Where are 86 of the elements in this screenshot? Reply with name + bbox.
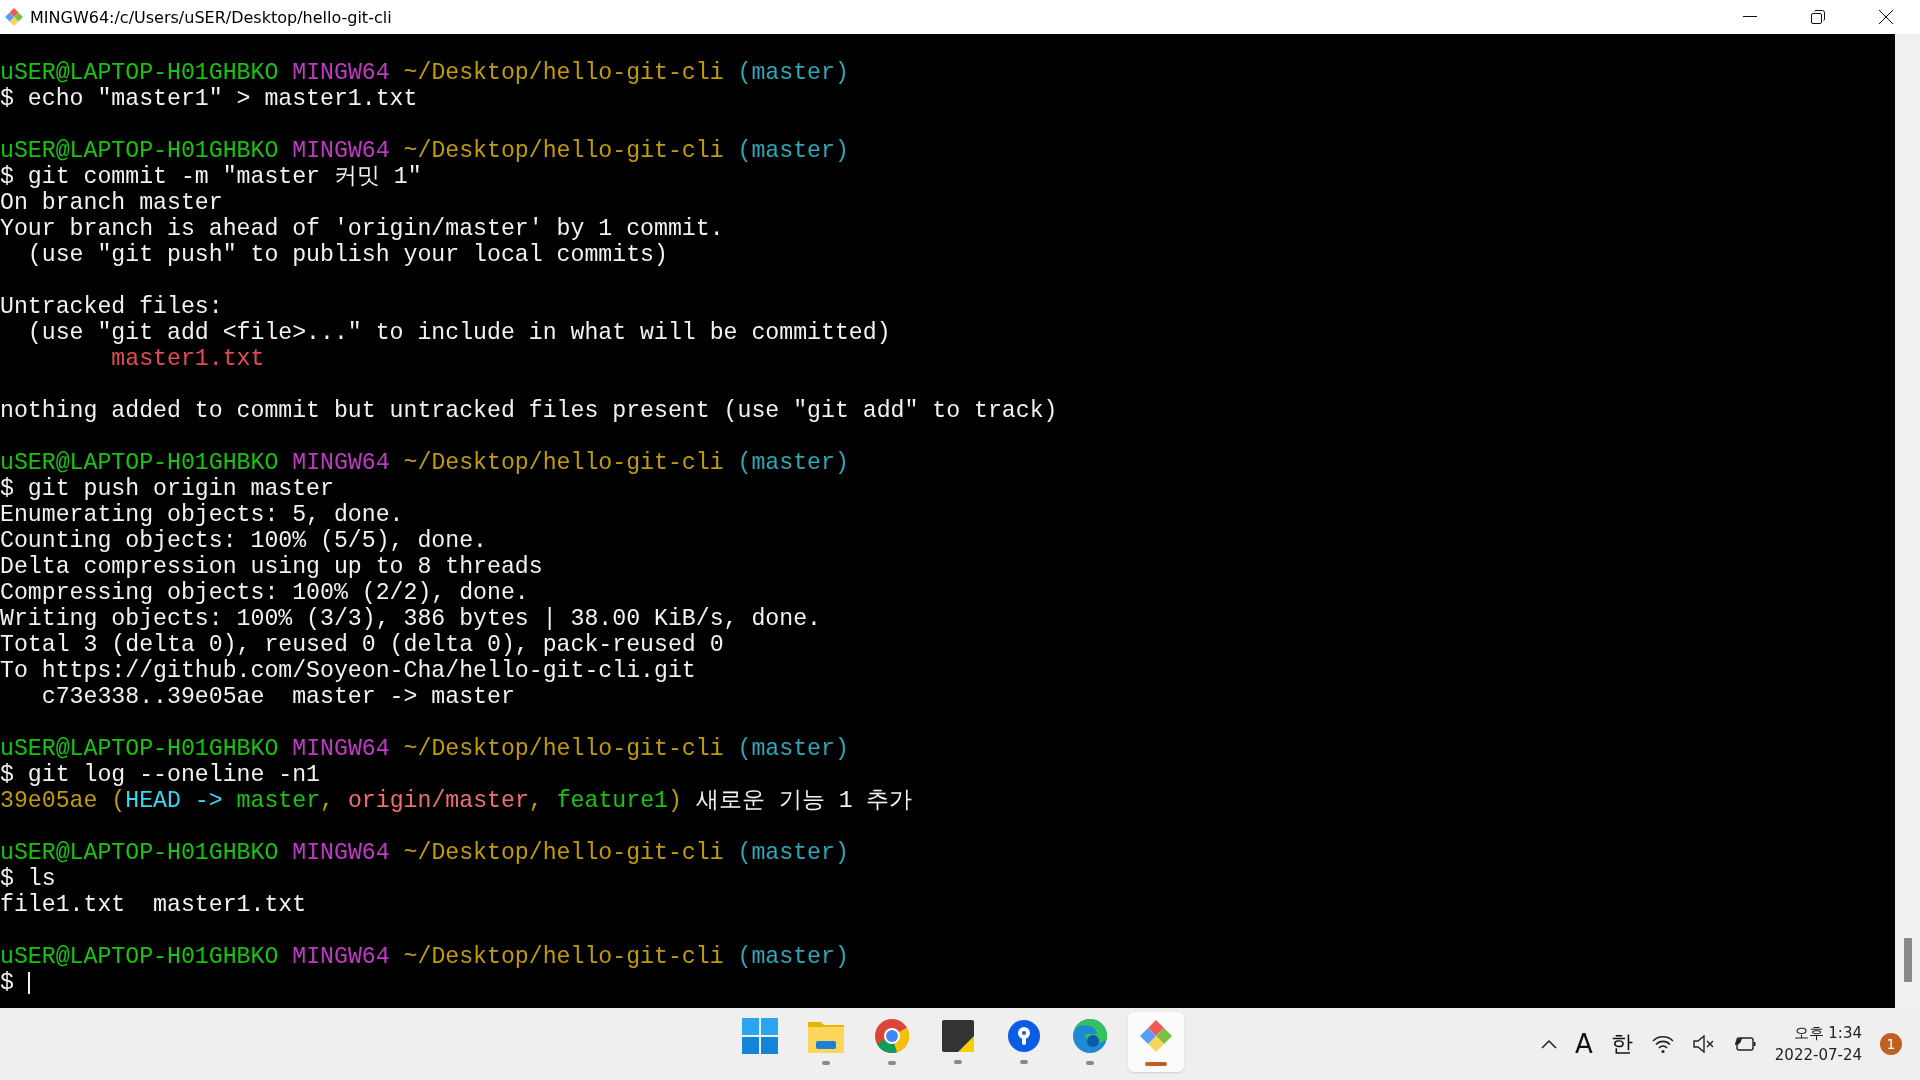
terminal-text: uSER@LAPTOP-H01GHBKO (0, 60, 280, 86)
terminal-text: uSER@LAPTOP-H01GHBKO (0, 944, 280, 970)
terminal-text: uSER@LAPTOP-H01GHBKO (0, 138, 280, 164)
terminal-text: $ ls (0, 866, 56, 892)
restore-icon (1811, 10, 1825, 24)
terminal-text: HEAD -> (125, 788, 224, 814)
terminal-text: file1.txt master1.txt (0, 892, 307, 918)
chevron-up-icon[interactable] (1541, 1039, 1557, 1049)
battery-icon[interactable] (1732, 1035, 1757, 1053)
location-pin-icon (1008, 1020, 1040, 1052)
terminal-text: Untracked files: (0, 294, 223, 320)
speaker-muted-icon[interactable] (1692, 1035, 1715, 1053)
close-icon (1879, 10, 1893, 24)
clock-time[interactable]: 오후 1:34 (1793, 1024, 1862, 1043)
running-indicator (822, 1061, 830, 1065)
terminal-text: feature1 (556, 788, 668, 814)
folder-icon (808, 1019, 844, 1053)
terminal-text: (master) (737, 450, 849, 476)
terminal-text: (use "git add <file>..." to include in what will be committed) (26, 320, 891, 346)
terminal-text: origin/master (347, 788, 529, 814)
terminal-text: $ echo "master1" > master1.txt (0, 86, 418, 112)
terminal-text: master (236, 788, 321, 814)
running-indicator (888, 1061, 896, 1065)
diamond-logo-icon (4, 7, 24, 27)
input-mode-indicator[interactable]: A (1575, 1029, 1593, 1059)
terminal-text: MINGW64 (292, 450, 391, 476)
browser-icon (875, 1019, 909, 1053)
running-indicator (1020, 1060, 1028, 1064)
terminal-text: Enumerating objects: 5, done. (0, 502, 404, 528)
terminal-text: Your branch is ahead of 'origin/master' by 1 commit. (0, 216, 724, 242)
terminal-text: (master) (737, 138, 849, 164)
terminal-text: (use "git push" to publish your local commits) (26, 242, 668, 268)
text-cursor (27, 972, 30, 994)
terminal-text: ) (668, 788, 682, 814)
running-indicator (954, 1060, 962, 1064)
terminal-text: Total 3 (delta 0), reused 0 (delta 0), pack-reused 0 (0, 632, 724, 658)
terminal-text: $ git commit -m "master 커밋 1" (0, 164, 422, 190)
terminal-text: ~/Desktop/hello-git-cli (403, 840, 725, 866)
wifi-icon[interactable] (1650, 1034, 1675, 1054)
terminal-text: uSER@LAPTOP-H01GHBKO (0, 450, 280, 476)
terminal-text: Writing objects: 100% (3/3), 386 bytes | 38.00 KiB/s, done. (0, 606, 821, 632)
terminal-text: To https://github.com/Soyeon-Cha/hello-git-cli.git (0, 658, 696, 684)
terminal-text: ~/Desktop/hello-git-cli (403, 736, 725, 762)
terminal-text: ~/Desktop/hello-git-cli (403, 138, 725, 164)
terminal-text: On branch master (0, 190, 223, 216)
terminal-text: Delta compression using up to 8 threads (0, 554, 543, 580)
diamond-logo-icon (1138, 1018, 1174, 1054)
sticky-note-icon (942, 1020, 974, 1052)
terminal-text: 39e05ae (0, 788, 99, 814)
terminal-text: , (320, 788, 335, 814)
terminal-text: MINGW64 (292, 138, 391, 164)
terminal-text: MINGW64 (292, 840, 391, 866)
minimize-icon (1743, 16, 1757, 18)
terminal-prompt: $ (0, 970, 15, 996)
terminal-text: ( (111, 788, 126, 814)
terminal-text: nothing added to commit but untracked files present (use "git add" to track) (0, 398, 1058, 424)
terminal-text: (master) (737, 736, 849, 762)
wave-browser-icon (1073, 1019, 1107, 1053)
terminal-text: Counting objects: 100% (5/5), done. (0, 528, 488, 554)
terminal-text: (master) (737, 840, 849, 866)
ime-indicator[interactable]: 한 (1610, 1029, 1633, 1059)
terminal-text: Compressing objects: 100% (2/2), done. (0, 580, 529, 606)
scrollbar-thumb[interactable] (1903, 938, 1912, 982)
terminal-text: uSER@LAPTOP-H01GHBKO (0, 736, 280, 762)
terminal-text: 새로운 기능 1 추가 (694, 788, 913, 814)
terminal-text: ~/Desktop/hello-git-cli (403, 944, 725, 970)
terminal-text: MINGW64 (292, 736, 391, 762)
terminal-text: uSER@LAPTOP-H01GHBKO (0, 840, 280, 866)
terminal-text: $ git push origin master (0, 476, 334, 502)
terminal-text: MINGW64 (292, 60, 391, 86)
clock-date[interactable]: 2022-07-24 (1774, 1046, 1862, 1064)
running-indicator (1086, 1061, 1094, 1065)
terminal-text: MINGW64 (292, 944, 391, 970)
terminal-text: (master) (737, 944, 849, 970)
scrollbar[interactable] (1895, 34, 1920, 1008)
windows-logo-icon (742, 1018, 778, 1054)
terminal-text: (master) (737, 60, 849, 86)
terminal-text: master1.txt (110, 346, 265, 372)
terminal-text: , (528, 788, 544, 814)
terminal-text: ~/Desktop/hello-git-cli (403, 60, 725, 86)
terminal-text: ~/Desktop/hello-git-cli (403, 450, 725, 476)
running-indicator (1145, 1062, 1167, 1066)
terminal-text: $ git log --oneline -n1 (0, 762, 321, 788)
window-title: MINGW64:/c/Users/uSER/Desktop/hello-git-cli (30, 7, 393, 27)
notification-badge[interactable]: 1 (1880, 1033, 1902, 1055)
terminal-text: c73e338..39e05ae master -> master (40, 684, 515, 710)
